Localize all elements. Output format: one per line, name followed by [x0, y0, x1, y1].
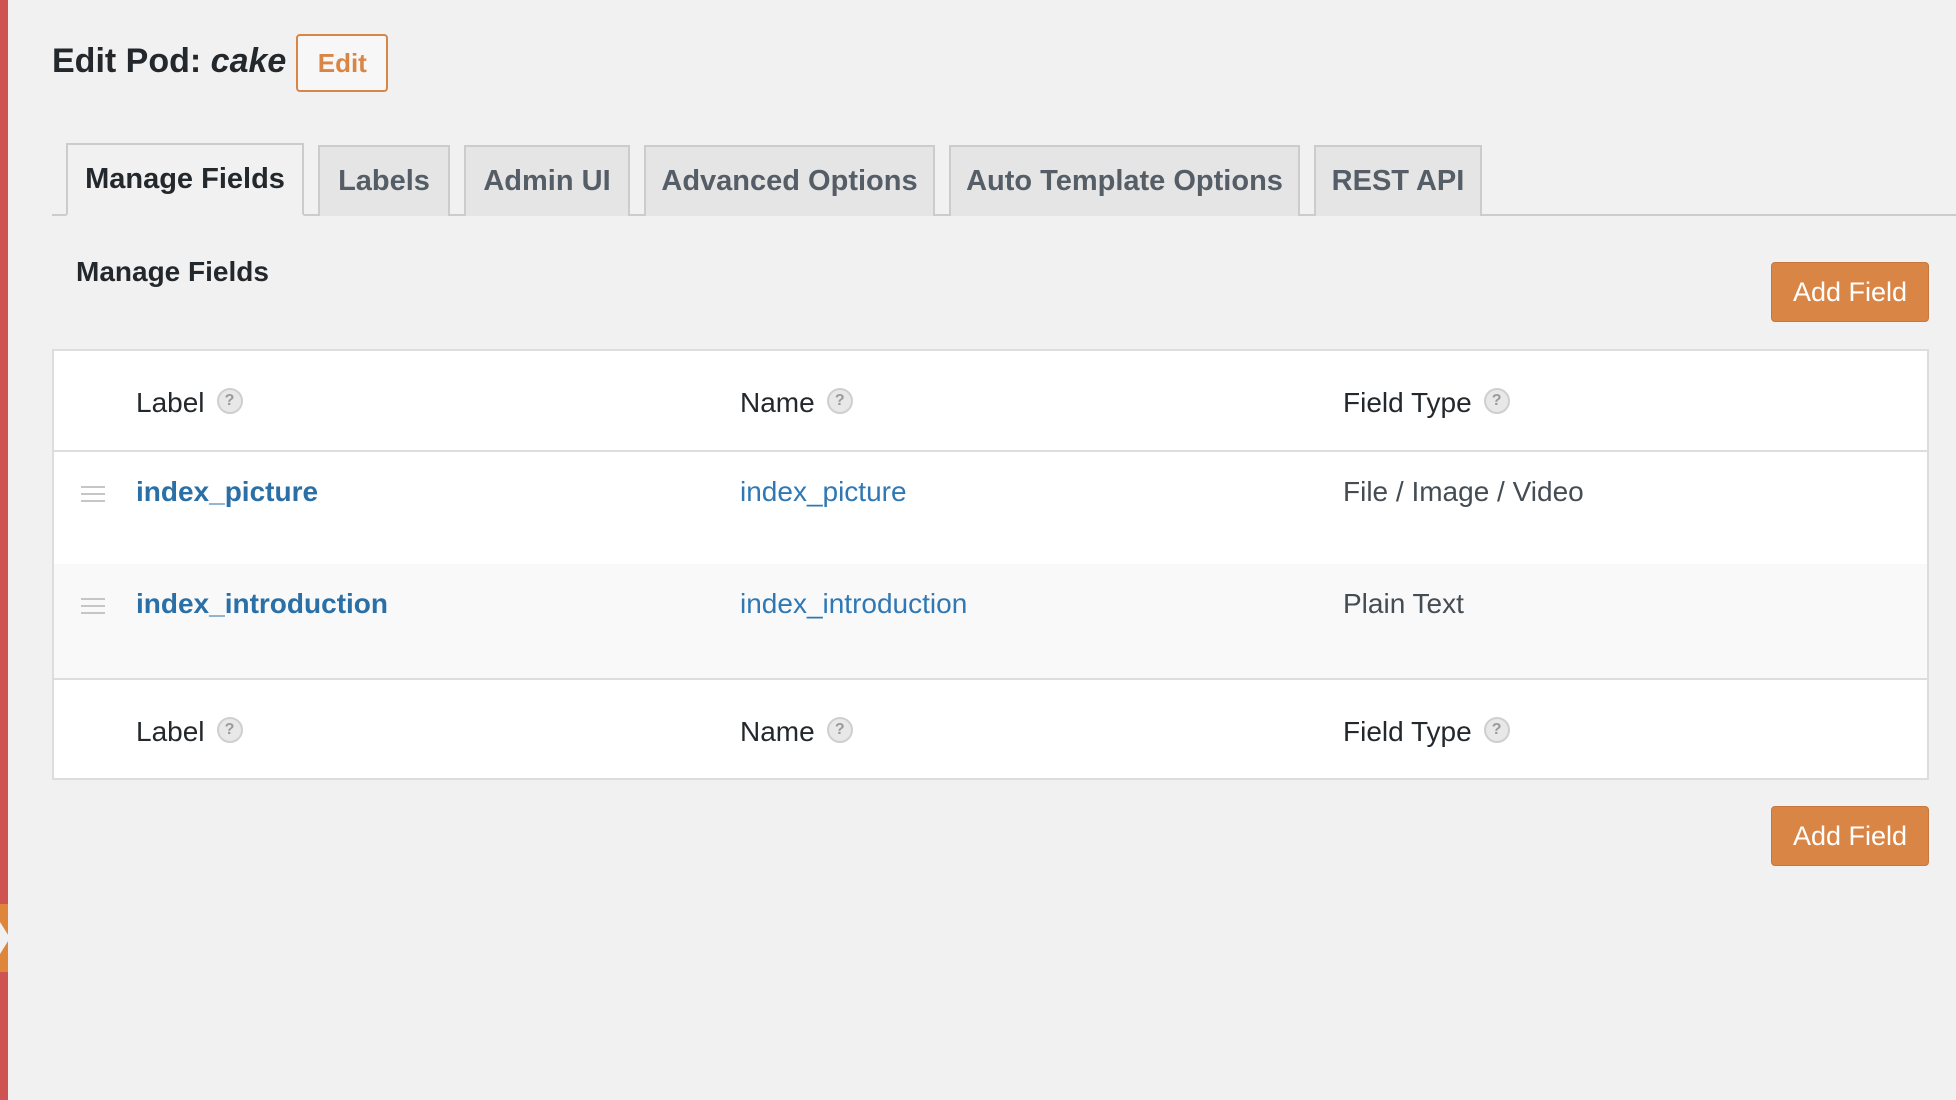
column-header-label[interactable]: Label ?: [136, 387, 243, 419]
field-label-link[interactable]: index_introduction: [136, 588, 388, 620]
edit-pod-button[interactable]: Edit: [296, 34, 389, 92]
tab-manage-fields[interactable]: Manage Fields: [66, 143, 304, 216]
help-icon[interactable]: ?: [1483, 388, 1510, 414]
add-field-button-top[interactable]: Add Field: [1771, 262, 1929, 322]
table-footer-row: Label ? Name ? Field Type ?: [54, 678, 1927, 778]
field-label-cell: index_introduction: [136, 588, 388, 620]
pod-name: cake: [210, 41, 287, 80]
help-icon[interactable]: ?: [826, 388, 853, 414]
field-name-link[interactable]: index_picture: [740, 476, 907, 508]
table-row[interactable]: index_picture index_picture File / Image…: [54, 452, 1927, 564]
field-type-cell: Plain Text: [1343, 588, 1464, 620]
tab-labels[interactable]: Labels: [318, 145, 450, 216]
help-icon[interactable]: ?: [826, 717, 853, 743]
section-title: Manage Fields: [76, 256, 269, 287]
field-type-text: Plain Text: [1343, 588, 1464, 619]
admin-menu-pointer-icon: [0, 922, 10, 954]
tab-advanced-options[interactable]: Advanced Options: [644, 145, 935, 216]
help-icon[interactable]: ?: [1483, 717, 1510, 743]
page-header: Edit Pod: cake Edit: [52, 30, 389, 92]
field-label-link[interactable]: index_picture: [136, 476, 318, 508]
tab-admin-ui[interactable]: Admin UI: [464, 145, 630, 216]
fields-table: Label ? Name ? Field Type ? index_pictur…: [52, 349, 1929, 780]
field-name-cell: index_introduction: [740, 588, 967, 620]
field-type-text: File / Image / Video: [1343, 476, 1584, 507]
column-header-name[interactable]: Name ?: [740, 387, 853, 419]
drag-handle-icon[interactable]: [81, 598, 105, 614]
tab-rest-api[interactable]: REST API: [1314, 145, 1482, 216]
column-header-label-text: Label: [136, 387, 205, 418]
page-title-prefix: Edit Pod:: [52, 41, 211, 80]
help-icon[interactable]: ?: [216, 717, 243, 743]
column-footer-field-type-text: Field Type: [1343, 716, 1472, 747]
tab-auto-template-options[interactable]: Auto Template Options: [949, 145, 1300, 216]
column-footer-label-text: Label: [136, 716, 205, 747]
column-footer-field-type[interactable]: Field Type ?: [1343, 716, 1510, 748]
field-name-cell: index_picture: [740, 476, 907, 508]
column-header-field-type-text: Field Type: [1343, 387, 1472, 418]
column-footer-label[interactable]: Label ?: [136, 716, 243, 748]
field-name-link[interactable]: index_introduction: [740, 588, 967, 620]
column-header-field-type[interactable]: Field Type ?: [1343, 387, 1510, 419]
field-type-cell: File / Image / Video: [1343, 476, 1584, 508]
page-title: Edit Pod: cake: [52, 42, 286, 81]
field-label-cell: index_picture: [136, 476, 318, 508]
table-header-row: Label ? Name ? Field Type ?: [54, 351, 1927, 452]
table-row[interactable]: index_introduction index_introduction Pl…: [54, 564, 1927, 678]
help-icon[interactable]: ?: [216, 388, 243, 414]
tab-bar: Manage Fields Labels Admin UI Advanced O…: [52, 143, 1956, 216]
column-footer-name[interactable]: Name ?: [740, 716, 853, 748]
add-field-button-bottom[interactable]: Add Field: [1771, 806, 1929, 866]
column-header-name-text: Name: [740, 387, 815, 418]
column-footer-name-text: Name: [740, 716, 815, 747]
drag-handle-icon[interactable]: [81, 486, 105, 502]
